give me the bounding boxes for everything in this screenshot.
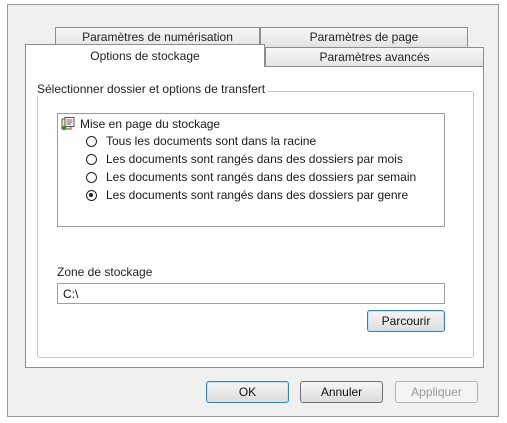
tab-storage-options[interactable]: Options de stockage <box>25 44 265 67</box>
radio-root[interactable]: Tous les documents sont dans la racine <box>86 133 316 149</box>
radio-by-genre-label: Les documents sont rangés dans des dossi… <box>106 188 409 202</box>
storage-path-input[interactable] <box>57 283 445 304</box>
radio-by-month-indicator[interactable] <box>86 153 97 165</box>
tab-storage-options-label: Options de stockage <box>90 49 200 63</box>
storage-layout-title: Mise en page du stockage <box>80 117 221 131</box>
tab-scan-settings-label: Paramètres de numérisation <box>82 30 233 44</box>
radio-by-month[interactable]: Les documents sont rangés dans des dossi… <box>86 151 403 167</box>
storage-layout-icon <box>61 117 75 131</box>
radio-by-genre-indicator[interactable] <box>86 189 97 201</box>
tab-page-settings-label: Paramètres de page <box>309 30 419 44</box>
tab-panel: Sélectionner dossier et options de trans… <box>25 66 484 368</box>
tab-advanced-settings-label: Paramètres avancés <box>319 50 430 64</box>
browse-button[interactable]: Parcourir <box>367 310 445 332</box>
radio-by-week-indicator[interactable] <box>86 171 97 183</box>
radio-by-week[interactable]: Les documents sont rangés dans des dossi… <box>86 169 416 185</box>
ok-button[interactable]: OK <box>206 381 289 403</box>
cancel-button[interactable]: Annuler <box>300 381 383 403</box>
storage-layout-box: Mise en page du stockage Tous les docume… <box>57 113 445 227</box>
radio-by-month-label: Les documents sont rangés dans des dossi… <box>106 152 403 166</box>
storage-options-dialog: Paramètres de numérisation Paramètres de… <box>7 4 499 417</box>
tab-advanced-settings[interactable]: Paramètres avancés <box>265 47 484 67</box>
radio-by-genre[interactable]: Les documents sont rangés dans des dossi… <box>86 187 408 203</box>
tab-page-settings[interactable]: Paramètres de page <box>260 27 468 47</box>
radio-by-week-label: Les documents sont rangés dans des dossi… <box>106 170 417 184</box>
radio-root-indicator[interactable] <box>86 135 97 147</box>
storage-layout-header: Mise en page du stockage <box>61 116 220 132</box>
radio-root-label: Tous les documents sont dans la racine <box>106 134 317 148</box>
storage-zone-label: Zone de stockage <box>57 265 153 279</box>
apply-button[interactable]: Appliquer <box>395 381 478 403</box>
group-legend: Sélectionner dossier et options de trans… <box>34 82 269 96</box>
